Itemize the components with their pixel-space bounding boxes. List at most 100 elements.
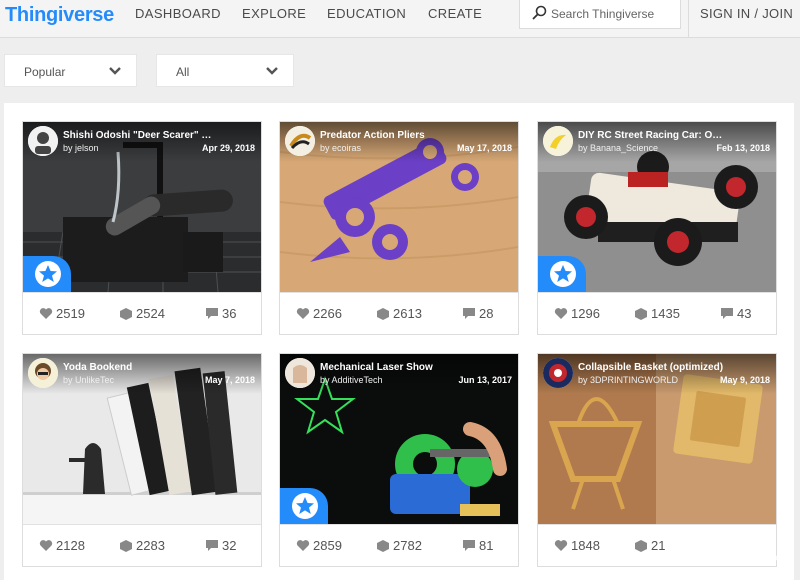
avatar[interactable] — [543, 358, 573, 388]
thing-stats: 2128 2283 32 — [23, 524, 261, 566]
nav-divider — [688, 0, 689, 38]
search-input[interactable]: Search Thingiverse — [519, 0, 681, 29]
comments-stat[interactable]: 43 — [720, 306, 751, 321]
collects-stat[interactable]: 1435 — [634, 306, 680, 321]
card-header-overlay: Predator Action Pliers by ecoiras May 17… — [280, 122, 518, 162]
collect-icon — [120, 540, 132, 552]
thing-title[interactable]: Shishi Odoshi "Deer Scarer" Japanese ... — [63, 130, 213, 141]
featured-badge — [23, 256, 71, 292]
thing-date: May 7, 2018 — [204, 375, 255, 385]
avatar[interactable] — [285, 358, 315, 388]
comments-stat[interactable]: 81 — [462, 538, 493, 553]
watermark-title: ART-UCOZ.RU — [689, 534, 764, 569]
chevron-down-icon — [266, 67, 278, 75]
comments-stat[interactable]: 36 — [205, 306, 236, 321]
card-header-overlay: Shishi Odoshi "Deer Scarer" Japanese ...… — [23, 122, 261, 162]
collect-icon — [635, 308, 647, 320]
thing-title[interactable]: Collapsible Basket (optimized) — [578, 362, 728, 373]
featured-badge — [280, 488, 328, 524]
category-dropdown[interactable]: All — [156, 54, 294, 87]
sort-dropdown[interactable]: Popular — [4, 54, 137, 87]
comments-count: 81 — [479, 538, 494, 553]
likes-stat[interactable]: 2128 — [39, 538, 85, 553]
heart-icon — [39, 308, 53, 319]
avatar[interactable] — [285, 126, 315, 156]
thing-card[interactable]: Mechanical Laser Show by AdditiveTech Ju… — [279, 353, 519, 567]
heart-icon — [296, 540, 310, 551]
likes-stat[interactable]: 2266 — [296, 306, 342, 321]
avatar[interactable] — [28, 126, 58, 156]
nav-explore[interactable]: EXPLORE — [242, 6, 306, 21]
collect-icon — [635, 540, 647, 552]
thing-card[interactable]: Yoda Bookend by UnlikeTec May 7, 2018 21… — [22, 353, 262, 567]
thing-title[interactable]: DIY RC Street Racing Car: One Week Cl... — [578, 130, 728, 141]
likes-count: 2859 — [313, 538, 342, 553]
thing-card[interactable]: DIY RC Street Racing Car: One Week Cl...… — [537, 121, 777, 335]
nav-create[interactable]: CREATE — [428, 6, 482, 21]
thing-stats: 2859 2782 81 — [280, 524, 518, 566]
likes-stat[interactable]: 1296 — [554, 306, 600, 321]
comments-stat[interactable]: 32 — [205, 538, 236, 553]
thing-date: Jun 13, 2017 — [458, 375, 512, 385]
collects-count: 1435 — [651, 306, 680, 321]
nav-education[interactable]: EDUCATION — [327, 6, 406, 21]
comment-icon — [463, 540, 475, 551]
heart-icon — [554, 540, 568, 551]
thing-date: May 17, 2018 — [456, 143, 512, 153]
thing-card[interactable]: Shishi Odoshi "Deer Scarer" Japanese ...… — [22, 121, 262, 335]
likes-stat[interactable]: 2859 — [296, 538, 342, 553]
thing-stats: 1296 1435 43 — [538, 292, 776, 334]
likes-stat[interactable]: 2519 — [39, 306, 85, 321]
thing-date: May 9, 2018 — [719, 375, 770, 385]
collects-stat[interactable]: 2283 — [119, 538, 165, 553]
watermark-logo: C — [663, 528, 682, 558]
collects-stat[interactable]: 2613 — [376, 306, 422, 321]
sign-in-join-link[interactable]: SIGN IN / JOIN — [700, 6, 793, 21]
thing-card[interactable]: Predator Action Pliers by ecoiras May 17… — [279, 121, 519, 335]
heart-icon — [296, 308, 310, 319]
thing-author[interactable]: by AdditiveTech — [320, 375, 383, 385]
thing-author[interactable]: by 3DPRINTINGWORLD — [578, 375, 678, 385]
thing-title[interactable]: Yoda Bookend — [63, 362, 213, 373]
featured-badge — [538, 256, 586, 292]
likes-count: 1296 — [571, 306, 600, 321]
thing-author[interactable]: by UnlikeTec — [63, 375, 114, 385]
collect-icon — [377, 308, 389, 320]
comments-count: 43 — [737, 306, 752, 321]
heart-icon — [39, 540, 53, 551]
heart-icon — [554, 308, 568, 319]
likes-count: 2266 — [313, 306, 342, 321]
avatar[interactable] — [28, 358, 58, 388]
thingiverse-logo[interactable]: Thingiverse — [5, 4, 114, 27]
star-icon — [296, 497, 314, 514]
thing-title[interactable]: Predator Action Pliers — [320, 130, 470, 141]
likes-count: 2128 — [56, 538, 85, 553]
comments-stat[interactable]: 28 — [462, 306, 493, 321]
thing-author[interactable]: by Banana_Science — [578, 143, 658, 153]
sort-dropdown-value: Popular — [24, 65, 66, 79]
card-header-overlay: Mechanical Laser Show by AdditiveTech Ju… — [280, 354, 518, 394]
comments-count: 28 — [479, 306, 494, 321]
search-icon — [532, 5, 547, 20]
thing-author[interactable]: by jelson — [63, 143, 99, 153]
thing-author[interactable]: by ecoiras — [320, 143, 361, 153]
thing-stats: 2266 2613 28 — [280, 292, 518, 334]
likes-count: 2519 — [56, 306, 85, 321]
collects-stat[interactable]: 21 — [634, 538, 665, 553]
thing-date: Feb 13, 2018 — [716, 143, 770, 153]
collects-count: 2613 — [393, 306, 422, 321]
collects-count: 2283 — [136, 538, 165, 553]
likes-stat[interactable]: 1848 — [554, 538, 600, 553]
thing-title[interactable]: Mechanical Laser Show — [320, 362, 470, 373]
nav-dashboard[interactable]: DASHBOARD — [135, 6, 221, 21]
collects-count: 2782 — [393, 538, 422, 553]
thing-date: Apr 29, 2018 — [201, 143, 255, 153]
watermark-subtitle: WEB DESIGN STUDIO — [695, 554, 782, 563]
collects-stat[interactable]: 2782 — [376, 538, 422, 553]
likes-count: 1848 — [571, 538, 600, 553]
avatar[interactable] — [543, 126, 573, 156]
collects-stat[interactable]: 2524 — [119, 306, 165, 321]
card-header-overlay: Collapsible Basket (optimized) by 3DPRIN… — [538, 354, 776, 394]
comment-icon — [721, 308, 733, 319]
collects-count: 2524 — [136, 306, 165, 321]
